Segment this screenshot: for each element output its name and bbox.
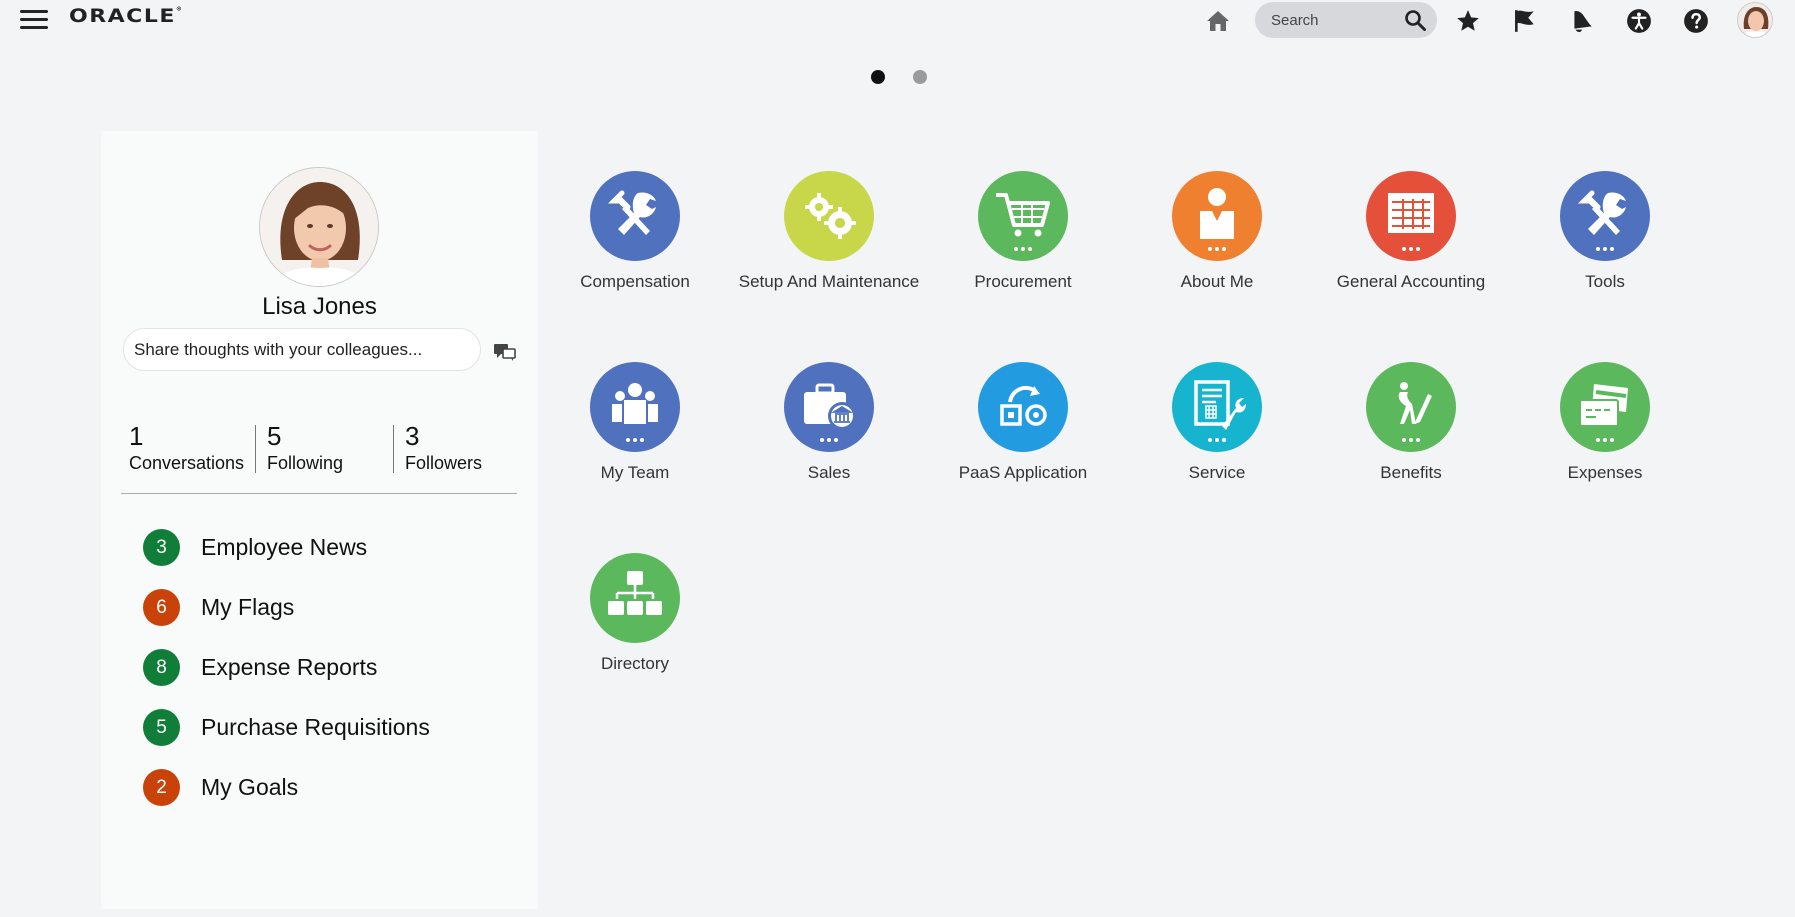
app-label: Expenses — [1567, 463, 1643, 482]
service-icon — [1172, 362, 1262, 452]
count-badge: 5 — [143, 709, 180, 746]
stat-divider — [255, 425, 256, 473]
profile-name[interactable]: Lisa Jones — [101, 293, 538, 321]
app-label: Tools — [1585, 272, 1625, 291]
stat-divider — [393, 425, 394, 473]
worklist-item-my-flags[interactable]: 6 My Flags — [143, 589, 513, 649]
worklist-label: My Goals — [201, 774, 299, 800]
home-icon[interactable] — [1203, 6, 1233, 36]
stat-following[interactable]: 5 Following — [267, 421, 343, 473]
stat-followers[interactable]: 3 Followers — [405, 421, 482, 473]
cart-icon — [978, 171, 1068, 261]
app-label: About Me — [1180, 272, 1254, 291]
app-label: Procurement — [974, 272, 1072, 291]
app-label: Service — [1188, 463, 1246, 482]
app-tile-general-accounting[interactable]: General Accounting — [1314, 171, 1508, 331]
app-tile-setup-and-maintenance[interactable]: Setup And Maintenance — [732, 171, 926, 331]
worklist-item-employee-news[interactable]: 3 Employee News — [143, 529, 513, 589]
app-tile-benefits[interactable]: Benefits — [1314, 362, 1508, 522]
page-dot-2[interactable] — [913, 70, 927, 84]
social-stats: 1 Conversations 5 Following 3 Followers — [121, 421, 517, 501]
gears-icon — [784, 171, 874, 261]
share-thoughts-input[interactable] — [134, 340, 469, 360]
app-label: Compensation — [580, 272, 690, 291]
accessibility-icon[interactable] — [1624, 6, 1654, 36]
oracle-logo[interactable]: ORACLE® — [69, 6, 182, 27]
app-tile-expenses[interactable]: Expenses — [1508, 362, 1702, 522]
worklist-item-my-goals[interactable]: 2 My Goals — [143, 769, 513, 829]
help-icon[interactable] — [1681, 6, 1711, 36]
search-box — [1255, 2, 1437, 38]
count-badge: 2 — [143, 769, 180, 806]
app-label: Benefits — [1380, 463, 1442, 482]
conversation-icon[interactable] — [493, 341, 517, 363]
search-input[interactable] — [1271, 10, 1396, 30]
worklist-item-expense-reports[interactable]: 8 Expense Reports — [143, 649, 513, 709]
app-tile-procurement[interactable]: Procurement — [926, 171, 1120, 331]
stat-label: Followers — [405, 453, 483, 473]
app-label: General Accounting — [1336, 272, 1486, 291]
logo-text: ORACLE — [69, 6, 176, 28]
search-icon[interactable] — [1403, 8, 1427, 32]
worklist-label: Employee News — [201, 534, 368, 560]
person-icon — [1172, 171, 1262, 261]
benefits-icon — [1366, 362, 1456, 452]
global-header: ORACLE® — [0, 0, 1795, 42]
count-badge: 3 — [143, 529, 180, 566]
app-tile-about-me[interactable]: About Me — [1120, 171, 1314, 331]
org-chart-icon — [590, 553, 680, 643]
stat-conversations[interactable]: 1 Conversations — [129, 421, 244, 473]
worklist-label: Expense Reports — [201, 654, 378, 680]
worklist-item-purchase-requisitions[interactable]: 5 Purchase Requisitions — [143, 709, 513, 769]
stat-count: 5 — [267, 421, 282, 451]
app-label: Directory — [600, 654, 669, 673]
user-avatar[interactable] — [1737, 2, 1773, 38]
app-tile-compensation[interactable]: Compensation — [538, 171, 732, 331]
stat-label: Conversations — [129, 453, 245, 473]
count-badge: 6 — [143, 589, 180, 626]
worklist-label: My Flags — [201, 594, 295, 620]
app-label: PaaS Application — [958, 463, 1088, 482]
briefcase-bank-icon — [784, 362, 874, 452]
stat-count: 1 — [129, 421, 144, 451]
profile-photo[interactable] — [259, 167, 379, 287]
app-label: Setup And Maintenance — [738, 272, 920, 291]
app-label: My Team — [600, 463, 670, 482]
favorites-star-icon[interactable] — [1453, 6, 1483, 36]
app-tile-paas-application[interactable]: PaaS Application — [926, 362, 1120, 522]
page-dot-1[interactable] — [871, 70, 885, 84]
app-tile-service[interactable]: Service — [1120, 362, 1314, 522]
expenses-card-icon — [1560, 362, 1650, 452]
bell-icon[interactable] — [1567, 6, 1597, 36]
worklist: 3 Employee News 6 My Flags 8 Expense Rep… — [143, 529, 513, 829]
app-label: Sales — [807, 463, 851, 482]
menu-icon[interactable] — [20, 10, 48, 32]
app-tile-tools[interactable]: Tools — [1508, 171, 1702, 331]
stat-count: 3 — [405, 421, 420, 451]
share-box — [123, 328, 481, 371]
app-tile-directory[interactable]: Directory — [538, 553, 732, 713]
tools-icon — [590, 171, 680, 261]
app-tile-my-team[interactable]: My Team — [538, 362, 732, 522]
count-badge: 8 — [143, 649, 180, 686]
app-tile-sales[interactable]: Sales — [732, 362, 926, 522]
tools-icon — [1560, 171, 1650, 261]
paas-icon — [978, 362, 1068, 452]
divider — [121, 493, 517, 494]
worklist-label: Purchase Requisitions — [201, 714, 430, 740]
profile-panel: Lisa Jones 1 Conversations 5 Following 3… — [101, 131, 538, 909]
ledger-icon — [1366, 171, 1456, 261]
team-icon — [590, 362, 680, 452]
flag-icon[interactable] — [1510, 6, 1540, 36]
stat-label: Following — [267, 453, 344, 473]
